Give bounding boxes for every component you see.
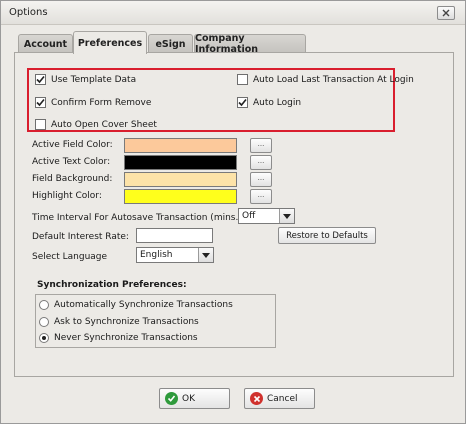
window-title: Options: [9, 7, 48, 18]
checkbox-box: [237, 97, 248, 108]
confirm-form-remove-checkbox[interactable]: Confirm Form Remove: [35, 97, 151, 108]
restore-to-defaults-button[interactable]: Restore to Defaults: [278, 227, 376, 244]
options-dialog: Options Account Preferences eSign Compan…: [0, 0, 466, 424]
checkmark-icon: [165, 392, 178, 405]
checkbox-box: [35, 97, 46, 108]
auto-login-checkbox[interactable]: Auto Login: [237, 97, 301, 108]
highlight-color-picker-button[interactable]: ...: [250, 189, 272, 204]
checkbox-box: [35, 74, 46, 85]
active-field-color-swatch[interactable]: [124, 138, 237, 153]
highlight-color-swatch[interactable]: [124, 189, 237, 204]
use-template-data-checkbox[interactable]: Use Template Data: [35, 74, 136, 85]
radio-circle: [39, 300, 49, 310]
chevron-down-icon[interactable]: [279, 209, 294, 223]
tab-preferences[interactable]: Preferences: [73, 31, 147, 54]
checkbox-label: Auto Load Last Transaction At Login: [253, 74, 414, 85]
radio-label: Automatically Synchronize Transactions: [54, 300, 233, 310]
checkbox-label: Confirm Form Remove: [51, 97, 152, 108]
default-interest-rate-label: Default Interest Rate:: [32, 232, 129, 242]
language-select[interactable]: English: [136, 247, 214, 263]
tab-account[interactable]: Account: [18, 34, 73, 53]
radio-circle: [39, 317, 49, 327]
sync-preferences-title: Synchronization Preferences:: [37, 280, 187, 290]
active-text-color-picker-button[interactable]: ...: [250, 155, 272, 170]
chevron-down-icon[interactable]: [198, 248, 213, 262]
auto-load-last-transaction-checkbox[interactable]: Auto Load Last Transaction At Login: [237, 74, 414, 85]
cancel-label: Cancel: [267, 393, 298, 404]
check-icon: [36, 98, 45, 107]
sync-never-radio[interactable]: Never Synchronize Transactions: [39, 333, 198, 343]
active-text-color-label: Active Text Color:: [32, 157, 111, 167]
language-value: English: [140, 250, 173, 260]
close-button[interactable]: [437, 6, 455, 20]
ok-button[interactable]: OK: [159, 388, 230, 409]
tab-esign[interactable]: eSign: [148, 34, 193, 53]
radio-label: Never Synchronize Transactions: [54, 333, 198, 343]
close-icon: [442, 9, 450, 17]
sync-automatically-radio[interactable]: Automatically Synchronize Transactions: [39, 300, 233, 310]
cancel-icon: [250, 392, 263, 405]
autosave-interval-value: Off: [242, 211, 256, 221]
radio-label: Ask to Synchronize Transactions: [54, 317, 199, 327]
field-background-label: Field Background:: [32, 174, 113, 184]
cancel-button[interactable]: Cancel: [244, 388, 315, 409]
active-field-color-picker-button[interactable]: ...: [250, 138, 272, 153]
tab-company-information[interactable]: Company Information: [194, 33, 306, 55]
auto-open-cover-sheet-checkbox[interactable]: Auto Open Cover Sheet: [35, 119, 157, 130]
title-bar[interactable]: Options: [1, 1, 465, 25]
radio-circle: [39, 333, 49, 343]
select-language-label: Select Language: [32, 252, 108, 262]
checkbox-label: Auto Open Cover Sheet: [51, 119, 157, 130]
field-background-swatch[interactable]: [124, 172, 237, 187]
checkbox-label: Auto Login: [253, 97, 302, 108]
ok-label: OK: [182, 393, 195, 404]
check-icon: [238, 98, 247, 107]
active-text-color-swatch[interactable]: [124, 155, 237, 170]
autosave-interval-select[interactable]: Off: [238, 208, 295, 224]
checkbox-box: [35, 119, 46, 130]
active-field-color-label: Active Field Color:: [32, 140, 113, 150]
default-interest-rate-field[interactable]: [136, 228, 213, 243]
field-background-picker-button[interactable]: ...: [250, 172, 272, 187]
sync-ask-radio[interactable]: Ask to Synchronize Transactions: [39, 317, 199, 327]
check-icon: [36, 75, 45, 84]
autosave-interval-label: Time Interval For Autosave Transaction (…: [32, 213, 245, 223]
checkbox-label: Use Template Data: [51, 74, 137, 85]
checkbox-box: [237, 74, 248, 85]
highlight-color-label: Highlight Color:: [32, 191, 102, 201]
